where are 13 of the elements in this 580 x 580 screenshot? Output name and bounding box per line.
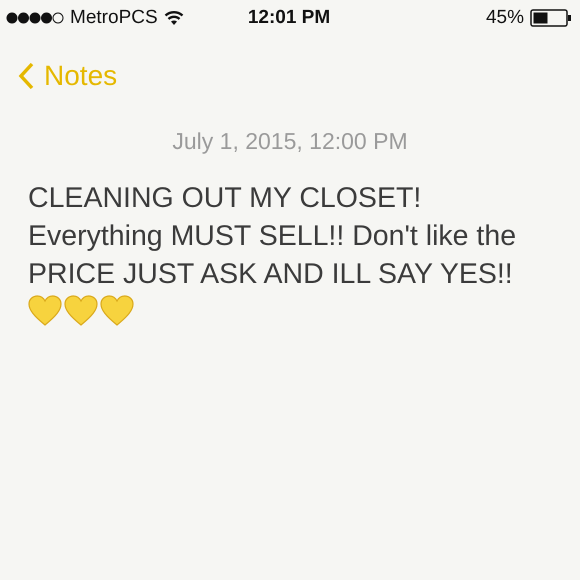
signal-icon	[6, 12, 64, 24]
heart-icon	[64, 295, 98, 327]
heart-icon	[100, 295, 134, 327]
battery-icon	[530, 9, 572, 27]
battery-percent: 45%	[486, 7, 524, 29]
carrier-name: MetroPCS	[70, 7, 158, 29]
back-button[interactable]: Notes	[18, 60, 118, 92]
heart-icon	[28, 295, 62, 327]
note-date: July 1, 2015, 12:00 PM	[171, 128, 409, 155]
chevron-icon	[18, 62, 34, 90]
wifi-icon	[164, 10, 184, 26]
note-text: CLEANING OUT MY CLOSET! Everything MUST SELL!! Don't like the PRICE JUST ASK AND ILL SAY YES!!	[28, 182, 516, 290]
clock-time: 12:01 PM	[248, 7, 330, 29]
